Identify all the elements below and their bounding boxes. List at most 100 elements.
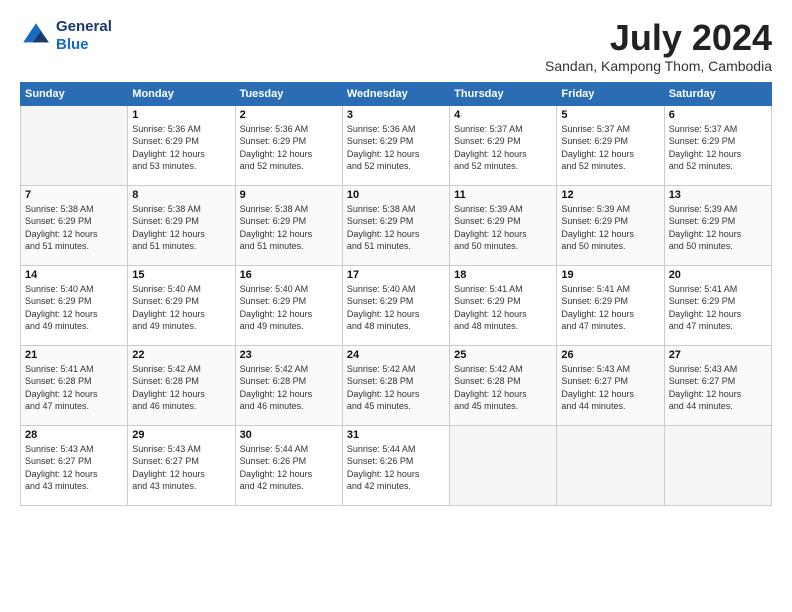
weekday-header: Tuesday [235, 82, 342, 105]
calendar-week-row: 21 Sunrise: 5:41 AM Sunset: 6:28 PM Dayli… [21, 345, 772, 425]
calendar-cell: 5 Sunrise: 5:37 AM Sunset: 6:29 PM Daylig… [557, 105, 664, 185]
day-info: Sunrise: 5:38 AM Sunset: 6:29 PM Dayligh… [25, 203, 123, 253]
day-number: 2 [240, 109, 338, 121]
logo-text: General Blue [56, 18, 112, 54]
day-number: 26 [561, 349, 659, 361]
day-info: Sunrise: 5:43 AM Sunset: 6:27 PM Dayligh… [25, 443, 123, 493]
calendar-week-row: 7 Sunrise: 5:38 AM Sunset: 6:29 PM Daylig… [21, 185, 772, 265]
day-number: 8 [132, 189, 230, 201]
calendar-cell: 9Sunrise: 5:38 AM Sunset: 6:29 PM Daylig… [235, 185, 342, 265]
calendar-cell: 28 Sunrise: 5:43 AM Sunset: 6:27 PM Dayli… [21, 425, 128, 505]
day-info: Sunrise: 5:43 AM Sunset: 6:27 PM Dayligh… [561, 363, 659, 413]
calendar-cell: 11Sunrise: 5:39 AM Sunset: 6:29 PM Dayli… [450, 185, 557, 265]
day-number: 31 [347, 429, 445, 441]
day-info: Sunrise: 5:42 AM Sunset: 6:28 PM Dayligh… [132, 363, 230, 413]
day-info: Sunrise: 5:42 AM Sunset: 6:28 PM Dayligh… [454, 363, 552, 413]
day-number: 14 [25, 269, 123, 281]
day-number: 28 [25, 429, 123, 441]
day-info: Sunrise: 5:37 AM Sunset: 6:29 PM Dayligh… [669, 123, 767, 173]
logo-icon [20, 20, 52, 52]
day-number: 18 [454, 269, 552, 281]
day-info: Sunrise: 5:36 AM Sunset: 6:29 PM Dayligh… [132, 123, 230, 173]
calendar-cell: 21 Sunrise: 5:41 AM Sunset: 6:28 PM Dayli… [21, 345, 128, 425]
day-info: Sunrise: 5:44 AM Sunset: 6:26 PM Dayligh… [240, 443, 338, 493]
calendar-cell: 23 Sunrise: 5:42 AM Sunset: 6:28 PM Dayli… [235, 345, 342, 425]
calendar-cell [21, 105, 128, 185]
day-info: Sunrise: 5:39 AM Sunset: 6:29 PM Dayligh… [669, 203, 767, 253]
day-info: Sunrise: 5:41 AM Sunset: 6:29 PM Dayligh… [454, 283, 552, 333]
calendar-cell: 8Sunrise: 5:38 AM Sunset: 6:29 PM Daylig… [128, 185, 235, 265]
day-info: Sunrise: 5:36 AM Sunset: 6:29 PM Dayligh… [347, 123, 445, 173]
weekday-header: Wednesday [342, 82, 449, 105]
day-info: Sunrise: 5:42 AM Sunset: 6:28 PM Dayligh… [240, 363, 338, 413]
day-info: Sunrise: 5:37 AM Sunset: 6:29 PM Dayligh… [454, 123, 552, 173]
page: General Blue July 2024 Sandan, Kampong T… [0, 0, 792, 612]
location-subtitle: Sandan, Kampong Thom, Cambodia [545, 58, 772, 74]
day-info: Sunrise: 5:41 AM Sunset: 6:29 PM Dayligh… [669, 283, 767, 333]
day-number: 22 [132, 349, 230, 361]
calendar-cell: 10 Sunrise: 5:38 AM Sunset: 6:29 PM Dayli… [342, 185, 449, 265]
day-number: 4 [454, 109, 552, 121]
calendar-cell: 2Sunrise: 5:36 AM Sunset: 6:29 PM Daylig… [235, 105, 342, 185]
day-number: 16 [240, 269, 338, 281]
calendar-week-row: 1 Sunrise: 5:36 AM Sunset: 6:29 PM Daylig… [21, 105, 772, 185]
day-number: 30 [240, 429, 338, 441]
day-info: Sunrise: 5:42 AM Sunset: 6:28 PM Dayligh… [347, 363, 445, 413]
calendar-cell: 26 Sunrise: 5:43 AM Sunset: 6:27 PM Dayli… [557, 345, 664, 425]
day-info: Sunrise: 5:43 AM Sunset: 6:27 PM Dayligh… [669, 363, 767, 413]
day-number: 11 [454, 189, 552, 201]
calendar-cell [557, 425, 664, 505]
calendar-cell: 13 Sunrise: 5:39 AM Sunset: 6:29 PM Dayli… [664, 185, 771, 265]
weekday-header: Sunday [21, 82, 128, 105]
calendar-cell: 17Sunrise: 5:40 AM Sunset: 6:29 PM Dayli… [342, 265, 449, 345]
day-info: Sunrise: 5:40 AM Sunset: 6:29 PM Dayligh… [132, 283, 230, 333]
day-info: Sunrise: 5:40 AM Sunset: 6:29 PM Dayligh… [347, 283, 445, 333]
weekday-header: Friday [557, 82, 664, 105]
day-number: 29 [132, 429, 230, 441]
day-info: Sunrise: 5:40 AM Sunset: 6:29 PM Dayligh… [240, 283, 338, 333]
day-number: 5 [561, 109, 659, 121]
day-number: 24 [347, 349, 445, 361]
calendar-cell: 12 Sunrise: 5:39 AM Sunset: 6:29 PM Dayli… [557, 185, 664, 265]
calendar-week-row: 28 Sunrise: 5:43 AM Sunset: 6:27 PM Dayli… [21, 425, 772, 505]
calendar-cell: 22 Sunrise: 5:42 AM Sunset: 6:28 PM Dayli… [128, 345, 235, 425]
day-number: 25 [454, 349, 552, 361]
day-info: Sunrise: 5:37 AM Sunset: 6:29 PM Dayligh… [561, 123, 659, 173]
calendar-cell: 1 Sunrise: 5:36 AM Sunset: 6:29 PM Daylig… [128, 105, 235, 185]
day-number: 7 [25, 189, 123, 201]
weekday-header-row: SundayMondayTuesdayWednesdayThursdayFrid… [21, 82, 772, 105]
calendar-cell: 20 Sunrise: 5:41 AM Sunset: 6:29 PM Dayli… [664, 265, 771, 345]
day-number: 12 [561, 189, 659, 201]
calendar-cell [664, 425, 771, 505]
calendar-cell: 6 Sunrise: 5:37 AM Sunset: 6:29 PM Daylig… [664, 105, 771, 185]
calendar-cell: 27 Sunrise: 5:43 AM Sunset: 6:27 PM Dayli… [664, 345, 771, 425]
month-title: July 2024 [545, 18, 772, 58]
logo: General Blue [20, 18, 112, 54]
calendar-cell: 24 Sunrise: 5:42 AM Sunset: 6:28 PM Dayli… [342, 345, 449, 425]
day-info: Sunrise: 5:39 AM Sunset: 6:29 PM Dayligh… [561, 203, 659, 253]
calendar-cell: 14Sunrise: 5:40 AM Sunset: 6:29 PM Dayli… [21, 265, 128, 345]
day-number: 6 [669, 109, 767, 121]
day-number: 13 [669, 189, 767, 201]
calendar-cell: 4 Sunrise: 5:37 AM Sunset: 6:29 PM Daylig… [450, 105, 557, 185]
header: General Blue July 2024 Sandan, Kampong T… [20, 18, 772, 74]
weekday-header: Monday [128, 82, 235, 105]
day-info: Sunrise: 5:38 AM Sunset: 6:29 PM Dayligh… [347, 203, 445, 253]
day-number: 23 [240, 349, 338, 361]
calendar-cell [450, 425, 557, 505]
day-number: 1 [132, 109, 230, 121]
day-number: 21 [25, 349, 123, 361]
calendar-cell: 25 Sunrise: 5:42 AM Sunset: 6:28 PM Dayli… [450, 345, 557, 425]
calendar-cell: 3Sunrise: 5:36 AM Sunset: 6:29 PM Daylig… [342, 105, 449, 185]
calendar-cell: 31Sunrise: 5:44 AM Sunset: 6:26 PM Dayli… [342, 425, 449, 505]
day-number: 10 [347, 189, 445, 201]
day-number: 27 [669, 349, 767, 361]
day-number: 20 [669, 269, 767, 281]
weekday-header: Thursday [450, 82, 557, 105]
calendar-cell: 29 Sunrise: 5:43 AM Sunset: 6:27 PM Dayli… [128, 425, 235, 505]
day-number: 9 [240, 189, 338, 201]
day-info: Sunrise: 5:41 AM Sunset: 6:28 PM Dayligh… [25, 363, 123, 413]
day-info: Sunrise: 5:43 AM Sunset: 6:27 PM Dayligh… [132, 443, 230, 493]
day-number: 15 [132, 269, 230, 281]
weekday-header: Saturday [664, 82, 771, 105]
